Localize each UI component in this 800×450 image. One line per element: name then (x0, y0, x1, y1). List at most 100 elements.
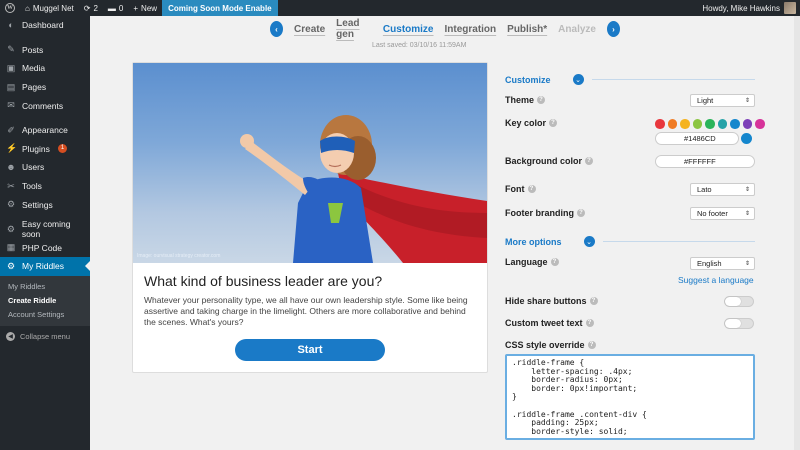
custom-tweet-row-label: Custom tweet text ? (505, 318, 594, 328)
step-analyze: Analyze (558, 23, 596, 35)
sidebar-item-users[interactable]: ☻ Users (0, 158, 90, 177)
users-icon: ☻ (6, 162, 16, 173)
more-options-title: More options (505, 236, 562, 247)
sidebar-item-pages[interactable]: ▤ Pages (0, 78, 90, 97)
riddles-icon: ⚙ (6, 260, 16, 271)
help-icon[interactable]: ? (587, 341, 596, 349)
site-name-link[interactable]: ⌂ Muggel Net (20, 0, 79, 16)
hero-image: Image: ourvisual strategy creator.com (133, 63, 487, 263)
sidebar-item-plugins[interactable]: ⚡ Plugins 1 (0, 140, 90, 159)
admin-sidebar: ◐ Dashboard ✎ Posts ▣ Media ▤ Pages ✉ Comments ✐ Ap… (0, 16, 90, 450)
sidebar-item-appearance[interactable]: ✐ Appearance (0, 121, 90, 140)
help-icon[interactable]: ? (527, 185, 536, 193)
home-icon: ⌂ (25, 3, 30, 13)
coming-soon-toggle[interactable]: Coming Soon Mode Enable (162, 0, 278, 16)
theme-row-label: Theme ? (505, 95, 546, 105)
color-swatch[interactable] (655, 119, 665, 129)
font-value: Lato (697, 185, 712, 194)
color-swatch[interactable] (755, 119, 765, 129)
help-icon[interactable]: ? (585, 157, 594, 165)
color-swatch[interactable] (667, 119, 677, 129)
color-swatch[interactable] (730, 119, 740, 129)
brush-icon: ✐ (7, 124, 15, 135)
theme-value: Light (697, 96, 714, 105)
submenu-create-riddle[interactable]: Create Riddle (0, 294, 90, 308)
collapse-icon: ◀ (6, 331, 15, 341)
language-select[interactable]: English ⇕ (690, 257, 755, 270)
background-color-input[interactable]: #FFFFFF (655, 155, 755, 168)
key-color-input[interactable]: #1486CD (655, 132, 739, 145)
color-swatch[interactable] (705, 119, 715, 129)
previous-step-button[interactable]: ‹ (270, 21, 284, 37)
comments-icon: ✉ (7, 100, 15, 111)
chevron-left-icon: ‹ (275, 24, 278, 34)
step-customize[interactable]: Customize (383, 24, 434, 35)
custom-tweet-toggle[interactable] (724, 318, 754, 329)
help-icon[interactable]: ? (549, 119, 558, 127)
pin-icon: ✎ (7, 44, 15, 55)
account-menu[interactable]: Howdy, Mike Hawkins (702, 2, 800, 14)
howdy-label: Howdy, Mike Hawkins (702, 3, 780, 13)
sidebar-item-label: Appearance (22, 125, 68, 136)
riddle-preview-card: Image: ourvisual strategy creator.com Wh… (132, 62, 488, 373)
riddles-submenu: My Riddles Create Riddle Account Setting… (0, 275, 90, 326)
next-step-button[interactable]: › (606, 21, 620, 37)
superhero-child-illustration (240, 115, 487, 263)
help-icon[interactable]: ? (537, 96, 546, 104)
collapse-menu-button[interactable]: ◀ Collapse menu (0, 326, 90, 341)
wordpress-icon: W (5, 3, 15, 13)
comments-link[interactable]: ▬ 0 (103, 0, 128, 16)
active-menu-arrow (85, 261, 90, 272)
select-arrows-icon: ⇕ (744, 261, 750, 267)
theme-select[interactable]: Light ⇕ (690, 94, 755, 107)
step-lead-gen[interactable]: Lead gen (336, 18, 372, 40)
customize-title: Customize (505, 74, 551, 85)
color-swatches (655, 119, 765, 129)
footer-branding-select[interactable]: No footer ⇕ (690, 207, 755, 220)
custom-tweet-label: Custom tweet text (505, 318, 583, 328)
sidebar-item-settings[interactable]: ⚙ Settings (0, 195, 90, 214)
sidebar-item-media[interactable]: ▣ Media (0, 59, 90, 78)
submenu-account-settings[interactable]: Account Settings (0, 308, 90, 322)
help-icon[interactable]: ? (589, 297, 598, 305)
css-override-editor[interactable] (505, 354, 755, 440)
footer-branding-label: Footer branding (505, 208, 574, 218)
new-content-link[interactable]: + New (128, 0, 162, 16)
color-swatch[interactable] (692, 119, 702, 129)
sidebar-item-php-code[interactable]: ▦ PHP Code (0, 239, 90, 258)
font-select[interactable]: Lato ⇕ (690, 183, 755, 196)
chevron-down-icon: ⌄ (583, 236, 595, 247)
sidebar-item-label: Pages (22, 82, 47, 93)
wordpress-logo-button[interactable]: W (0, 0, 20, 16)
site-name-label: Muggel Net (32, 3, 74, 13)
step-integration[interactable]: Integration (444, 24, 496, 35)
sidebar-item-tools[interactable]: ✂ Tools (0, 177, 90, 196)
sidebar-item-label: PHP Code (22, 242, 63, 253)
suggest-language-link[interactable]: Suggest a language (678, 275, 754, 285)
sidebar-item-easy-coming-soon[interactable]: ⚙ Easy coming soon (0, 219, 90, 240)
submenu-my-riddles[interactable]: My Riddles (0, 280, 90, 294)
sidebar-item-label: Easy coming soon (21, 219, 71, 240)
settings-panel: Customize ⌄ Theme ? Light ⇕ Key color ? #… (505, 70, 765, 450)
sidebar-item-dashboard[interactable]: ◐ Dashboard (0, 16, 90, 35)
hide-share-toggle[interactable] (724, 296, 754, 307)
sidebar-item-posts[interactable]: ✎ Posts (0, 41, 90, 60)
help-icon[interactable]: ? (585, 319, 594, 327)
page-scrollbar[interactable] (794, 16, 800, 450)
sidebar-item-label: Dashboard (22, 20, 64, 31)
help-icon[interactable]: ? (577, 209, 585, 217)
step-create[interactable]: Create (294, 24, 325, 35)
help-icon[interactable]: ? (550, 258, 559, 266)
updates-link[interactable]: ⟳ 2 (79, 0, 103, 16)
key-color-label: Key color (505, 118, 547, 128)
sidebar-item-comments[interactable]: ✉ Comments (0, 96, 90, 115)
sidebar-item-label: Plugins (22, 143, 50, 154)
color-swatch[interactable] (717, 119, 727, 129)
color-swatch[interactable] (742, 119, 752, 129)
sidebar-item-my-riddles[interactable]: ⚙ My Riddles (0, 257, 90, 276)
more-options-section-header[interactable]: More options ⌄ (505, 236, 755, 247)
color-swatch[interactable] (680, 119, 690, 129)
step-publish[interactable]: Publish* (507, 24, 547, 35)
start-button[interactable]: Start (235, 339, 385, 361)
customize-section-header[interactable]: Customize ⌄ (505, 74, 755, 85)
